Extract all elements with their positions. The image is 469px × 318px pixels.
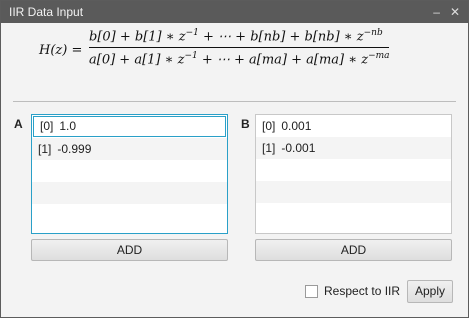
apply-button[interactable]: Apply [407, 280, 453, 303]
coefficients-b-list[interactable]: [0] 0.001 [1] -0.001 [255, 114, 452, 234]
title-bar[interactable]: IIR Data Input – ✕ [1, 1, 468, 23]
window-controls: – ✕ [433, 6, 460, 18]
respect-to-iir-label: Respect to IIR [324, 284, 401, 298]
transfer-function-formula: H(z) = b[0] + b[1] ∗ z−1 + ⋯ + b[nb] + b… [39, 28, 439, 78]
empty-row [256, 159, 451, 181]
formula-lhs: H(z) = [39, 43, 83, 58]
coefficients-a-list[interactable]: [0] 1.0 [1] -0.999 [31, 114, 228, 234]
list-item[interactable]: [0] 0.001 [256, 115, 451, 137]
add-b-button[interactable]: ADD [255, 239, 452, 261]
panel-a-label: A [14, 117, 23, 131]
empty-row [256, 181, 451, 203]
respect-to-iir-option[interactable]: Respect to IIR [305, 284, 400, 298]
minimize-icon[interactable]: – [433, 6, 440, 18]
empty-row [32, 160, 227, 182]
respect-to-iir-checkbox[interactable] [305, 284, 318, 298]
fraction-bar [89, 47, 389, 49]
window-title: IIR Data Input [9, 5, 84, 19]
panel-b-label: B [241, 117, 250, 131]
add-a-button[interactable]: ADD [31, 239, 228, 261]
empty-row [32, 204, 227, 226]
formula-fraction: b[0] + b[1] ∗ z−1 + ⋯ + b[nb] + b[nb] ∗ … [89, 28, 390, 68]
formula-numerator: b[0] + b[1] ∗ z−1 + ⋯ + b[nb] + b[nb] ∗ … [89, 28, 383, 45]
list-item[interactable]: [1] -0.001 [256, 137, 451, 159]
list-item[interactable]: [0] 1.0 [33, 116, 226, 137]
list-item[interactable]: [1] -0.999 [32, 138, 227, 160]
empty-row [256, 203, 451, 225]
close-icon[interactable]: ✕ [450, 6, 460, 18]
section-divider [13, 101, 456, 102]
formula-denominator: a[0] + a[1] ∗ z−1 + ⋯ + a[ma] + a[ma] ∗ … [89, 51, 390, 68]
iir-data-input-dialog: IIR Data Input – ✕ H(z) = b[0] + b[1] ∗ … [0, 0, 469, 318]
empty-row [32, 182, 227, 204]
